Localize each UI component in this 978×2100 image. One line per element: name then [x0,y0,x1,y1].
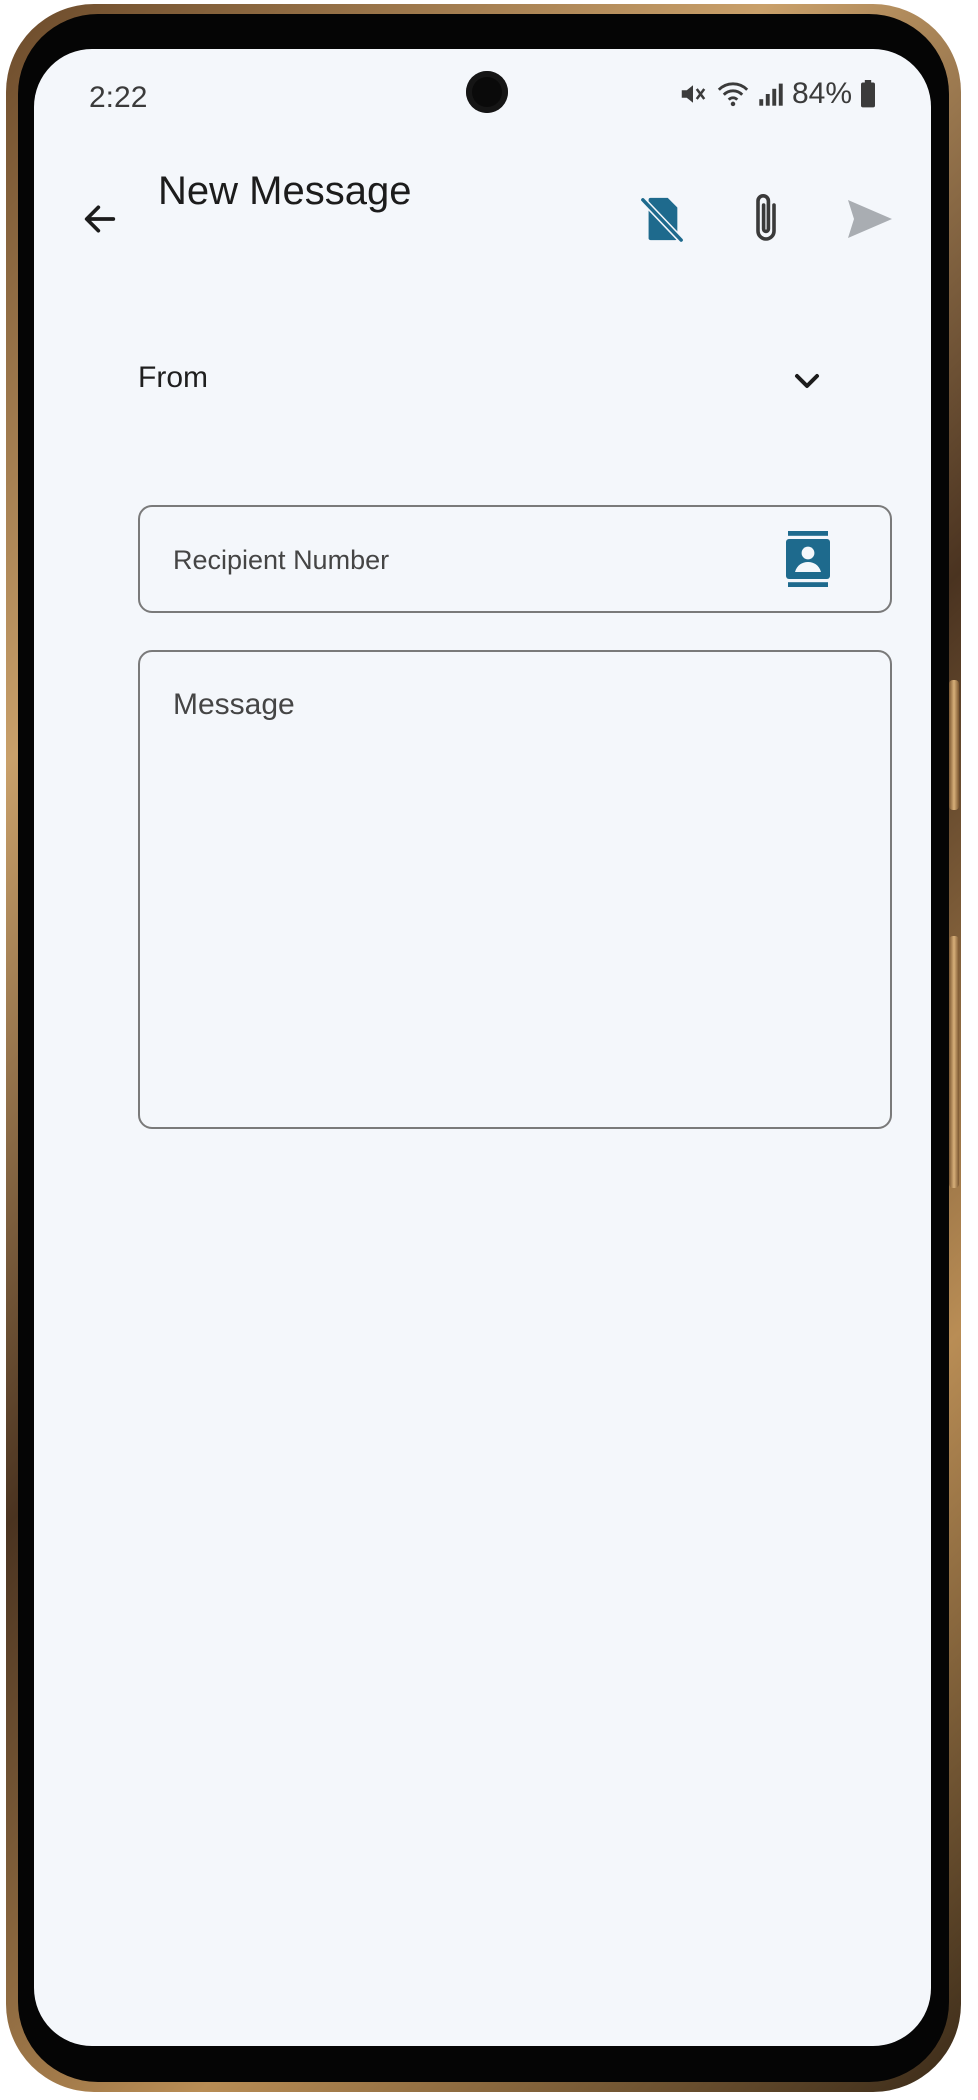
power-button [949,936,959,1188]
mute-icon [678,79,708,109]
back-arrow-icon [80,199,120,244]
sim-button[interactable] [632,191,692,251]
signal-icon [758,79,784,109]
from-label: From [138,361,208,394]
status-bar: 2:22 84% [34,49,931,149]
screen: 2:22 84% New Message From Recipient Numb… [34,49,931,2046]
battery-percent: 84% [791,77,852,110]
attach-button[interactable] [736,191,796,251]
volume-button [949,680,959,810]
no-sim-icon [639,194,685,249]
send-icon [846,198,894,245]
recipient-placeholder: Recipient Number [173,545,390,575]
paperclip-icon [748,191,784,252]
message-placeholder: Message [173,688,295,721]
message-field[interactable]: Message [138,650,892,1129]
from-dropdown[interactable]: From [104,361,861,451]
status-icons: 84% [678,77,876,111]
send-button[interactable] [840,191,900,251]
page-title: New Message [158,169,412,213]
wifi-icon [716,79,750,109]
back-button[interactable] [70,191,130,251]
chevron-down-icon [787,361,827,401]
status-time: 2:22 [89,81,148,114]
battery-icon [860,80,876,108]
recipient-number-field[interactable]: Recipient Number [138,505,892,613]
contact-picker-icon[interactable] [784,531,832,587]
